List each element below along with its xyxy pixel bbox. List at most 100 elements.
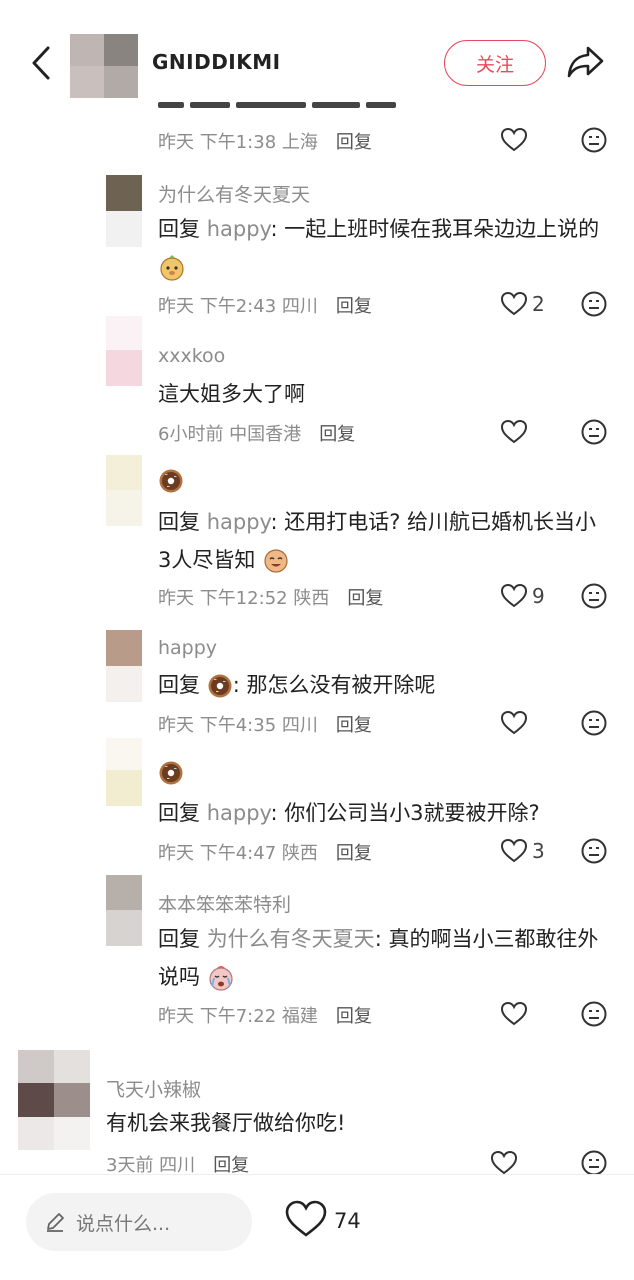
commenter-avatar[interactable] <box>106 175 142 211</box>
comment-meta: 昨天 下午7:22 福建 回复 <box>158 1002 372 1028</box>
commenter-avatar[interactable] <box>106 738 142 774</box>
comment-meta: 昨天 下午2:43 四川 回复 <box>158 292 372 318</box>
heart-icon[interactable] <box>490 1149 518 1177</box>
heart-icon <box>500 291 528 316</box>
reply-prefix: 回复 <box>158 510 200 534</box>
donut-emoji-icon[interactable] <box>207 673 233 699</box>
commenter-name[interactable]: xxxkoo <box>158 345 225 367</box>
commenter-avatar[interactable] <box>106 875 142 911</box>
comment-time-location: 3天前 四川 <box>106 1155 196 1176</box>
reply-to-name[interactable]: happy <box>207 217 271 241</box>
like-button[interactable]: 3 <box>500 837 545 865</box>
reply-to-name[interactable]: happy <box>207 510 271 534</box>
heart-icon[interactable] <box>500 418 528 446</box>
comment-time-location: 昨天 下午2:43 四川 <box>158 296 318 317</box>
commenter-name[interactable]: 飞天小辣椒 <box>106 1075 201 1102</box>
heart-icon[interactable] <box>284 1199 328 1239</box>
emoji-face-icon[interactable] <box>580 290 608 318</box>
comment-body: : 你们公司当小3就要被开除? <box>270 801 540 825</box>
heart-icon[interactable] <box>500 1000 528 1028</box>
bottom-bar: 说点什么... 74 <box>0 1174 634 1280</box>
crying-face-emoji-icon <box>209 966 233 991</box>
commenter-name[interactable]: 为什么有冬天夏天 <box>158 180 310 207</box>
commenter-name[interactable] <box>158 468 184 494</box>
reply-button[interactable]: 回复 <box>336 843 372 864</box>
comment-text: 回复 : 那怎么没有被开除呢 <box>158 666 608 704</box>
like-count: 9 <box>532 584 545 608</box>
commenter-name[interactable] <box>158 760 184 786</box>
comment-time-location: 昨天 下午12:52 陕西 <box>158 588 330 609</box>
reply-to-name[interactable]: 为什么有冬天夏天 <box>207 927 375 951</box>
commenter-avatar-lower <box>106 211 142 247</box>
comment-body: : 一起上班时候在我耳朵边边上说的 <box>270 217 600 241</box>
comment-text: 回复 happy: 一起上班时候在我耳朵边边上说的 <box>158 210 608 286</box>
cat-emoji-icon <box>160 255 184 281</box>
emoji-face-icon[interactable] <box>580 1149 608 1177</box>
back-arrow-icon[interactable] <box>28 44 54 82</box>
reply-button[interactable]: 回复 <box>336 132 372 153</box>
reply-button[interactable]: 回复 <box>347 588 383 609</box>
emoji-face-icon[interactable] <box>580 1000 608 1028</box>
comment-meta: 昨天 下午12:52 陕西 回复 <box>158 584 383 610</box>
commenter-name[interactable]: happy <box>158 637 217 659</box>
reply-button[interactable]: 回复 <box>319 424 355 445</box>
heart-icon <box>500 838 528 863</box>
comment-meta: 昨天 下午4:35 四川 回复 <box>158 711 372 737</box>
heart-icon[interactable] <box>500 709 528 737</box>
emoji-face-icon[interactable] <box>580 418 608 446</box>
follow-button[interactable]: 关注 <box>444 40 546 86</box>
comment-time-location: 昨天 下午7:22 福建 <box>158 1006 318 1027</box>
emoji-face-icon[interactable] <box>580 126 608 154</box>
comment-input[interactable]: 说点什么... <box>26 1193 252 1251</box>
commenter-avatar[interactable] <box>106 455 142 491</box>
share-icon[interactable] <box>566 44 606 80</box>
commenter-avatar-lower <box>106 770 142 806</box>
author-username[interactable]: GNIDDIKMI <box>152 50 281 74</box>
heart-icon <box>500 583 528 608</box>
like-count: 3 <box>532 839 545 863</box>
pencil-icon <box>47 1213 64 1232</box>
like-button[interactable]: 9 <box>500 582 545 610</box>
donut-emoji-icon <box>159 761 183 785</box>
comment-time-location: 昨天 下午1:38 上海 <box>158 132 318 153</box>
emoji-face-icon[interactable] <box>580 837 608 865</box>
reply-button[interactable]: 回复 <box>336 1006 372 1027</box>
comment-text: 回复 为什么有冬天夏天: 真的啊当小三都敢往外说吗 <box>158 920 608 996</box>
commenter-name[interactable]: 本本笨笨苯特利 <box>158 890 291 917</box>
reply-prefix: 回复 <box>158 217 200 241</box>
comment-input-placeholder: 说点什么... <box>76 1212 171 1235</box>
post-like-count: 74 <box>334 1209 361 1233</box>
commenter-avatar-lower <box>106 490 142 526</box>
reply-prefix: 回复 <box>158 801 200 825</box>
donut-emoji-icon <box>159 469 183 493</box>
comment-text: 有机会来我餐厅做给你吃! <box>106 1111 346 1135</box>
commenter-avatar[interactable] <box>106 630 142 666</box>
cut-off-comment-text <box>158 92 448 110</box>
like-count: 2 <box>532 292 545 316</box>
comment-meta: 昨天 下午1:38 上海 回复 <box>158 128 372 154</box>
reply-to-name[interactable]: happy <box>207 801 271 825</box>
commenter-avatar[interactable] <box>106 316 142 352</box>
comment-text: 這大姐多大了啊 <box>158 382 305 406</box>
comment-meta: 昨天 下午4:47 陕西 回复 <box>158 839 372 865</box>
comment-time-location: 6小时前 中国香港 <box>158 424 302 445</box>
laughing-face-emoji-icon <box>264 549 288 573</box>
top-bar: GNIDDIKMI 关注 <box>0 0 634 110</box>
commenter-avatar-lower <box>106 666 142 702</box>
comment-text: 回复 happy: 你们公司当小3就要被开除? <box>158 794 608 832</box>
emoji-face-icon[interactable] <box>580 582 608 610</box>
commenter-avatar[interactable] <box>18 1050 90 1150</box>
reply-prefix: 回复 <box>158 673 200 697</box>
reply-button[interactable]: 回复 <box>336 715 372 736</box>
reply-prefix: 回复 <box>158 927 200 951</box>
comment-time-location: 昨天 下午4:47 陕西 <box>158 843 318 864</box>
reply-button[interactable]: 回复 <box>336 296 372 317</box>
comment-body: : 那怎么没有被开除呢 <box>232 673 436 697</box>
reply-button[interactable]: 回复 <box>213 1155 249 1176</box>
heart-icon[interactable] <box>500 126 528 154</box>
emoji-face-icon[interactable] <box>580 709 608 737</box>
commenter-avatar-lower <box>106 910 142 946</box>
like-button[interactable]: 2 <box>500 290 545 318</box>
comment-meta: 6小时前 中国香港 回复 <box>158 420 355 446</box>
author-avatar[interactable] <box>70 34 138 98</box>
